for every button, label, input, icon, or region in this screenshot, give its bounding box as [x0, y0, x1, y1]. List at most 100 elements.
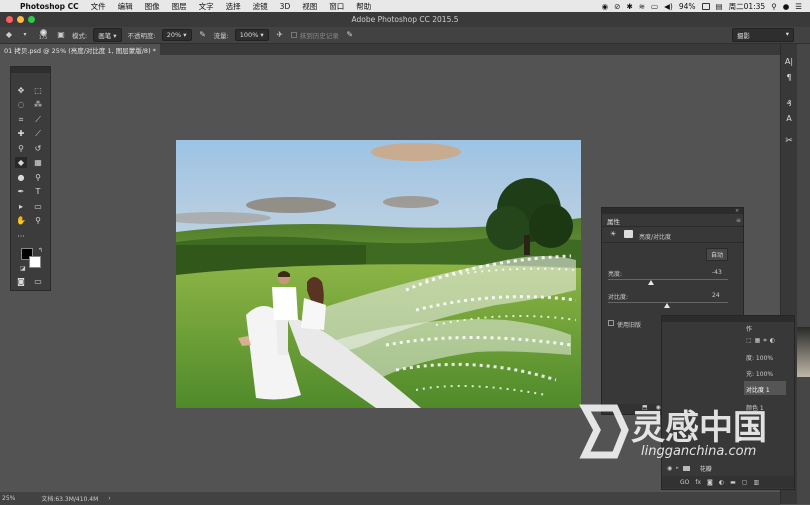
character-styles-icon[interactable]: A — [783, 114, 795, 123]
search-icon[interactable]: ⚲ — [771, 2, 777, 11]
close-window-button[interactable] — [6, 16, 13, 23]
move-icon[interactable]: ✥ — [15, 85, 27, 96]
mode-dropdown[interactable]: 画笔 ▾ — [93, 28, 122, 42]
toolbox-header[interactable] — [11, 67, 50, 73]
default-colors-icon[interactable]: ◪ — [20, 265, 26, 272]
quick-mask-icon[interactable]: ◙ — [15, 276, 27, 287]
eraser-tool-icon[interactable]: ◆ — [15, 157, 27, 168]
brightness-value[interactable]: -43 — [712, 269, 722, 276]
marquee-icon[interactable]: ⬚ — [32, 85, 44, 96]
crop-icon[interactable]: ⌗ — [15, 114, 27, 125]
menu-filter[interactable]: 滤镜 — [247, 1, 274, 12]
erase-to-history-option[interactable]: 抹到历史记录 — [290, 30, 339, 40]
dodge-icon[interactable]: ● — [15, 172, 27, 183]
history-brush-icon[interactable]: ↺ — [32, 143, 44, 154]
doc-info[interactable]: 文档:63.3M/410.4M — [41, 494, 98, 503]
flow-dropdown[interactable]: 100% ▾ — [234, 29, 269, 41]
magic-wand-icon[interactable]: ⁂ — [32, 99, 44, 110]
menu-image[interactable]: 图像 — [139, 1, 166, 12]
menu-app-name[interactable]: Photoshop CC — [14, 2, 85, 11]
menu-file[interactable]: 文件 — [85, 1, 112, 12]
layer-row-selected[interactable]: 对比度 1 — [744, 381, 786, 395]
fill-fragment[interactable]: 充: 100% — [746, 369, 773, 378]
erase-history-checkbox[interactable] — [290, 32, 297, 38]
swap-colors-icon[interactable]: ↰ — [38, 247, 43, 254]
brush-panel-icon[interactable]: ▣ — [56, 30, 66, 40]
panel-close-icon[interactable]: × — [735, 208, 739, 214]
stamp-icon[interactable]: ⚲ — [15, 143, 27, 154]
menu-3d[interactable]: 3D — [274, 2, 297, 11]
contrast-slider-thumb[interactable] — [664, 303, 671, 308]
wifi-icon[interactable]: ≋ — [639, 2, 645, 11]
menu-type[interactable]: 文字 — [193, 1, 220, 12]
brush-icon[interactable]: ⟋ — [32, 128, 44, 139]
lasso-icon[interactable]: ◌ — [15, 99, 27, 110]
eraser-icon[interactable]: ◆ — [4, 30, 14, 40]
blur-icon[interactable]: ⚲ — [32, 172, 44, 183]
minimize-window-button[interactable] — [17, 16, 24, 23]
menu-layer[interactable]: 图层 — [166, 1, 193, 12]
healing-icon[interactable]: ✚ — [15, 128, 27, 139]
status-menu-icon[interactable]: › — [108, 495, 110, 502]
flag-icon[interactable]: ▤ — [716, 2, 723, 11]
more-tools-icon[interactable]: ··· — [15, 231, 27, 242]
tools-preset-icon[interactable]: ✂ — [783, 136, 795, 146]
brightness-slider[interactable] — [608, 279, 728, 280]
layers-panel-header[interactable] — [662, 316, 794, 322]
battery-icon[interactable] — [701, 2, 710, 10]
lock-icons[interactable]: ⬚▦⌗◐ — [746, 337, 778, 345]
menu-view[interactable]: 视图 — [296, 1, 323, 12]
siri-icon[interactable]: ● — [783, 2, 790, 11]
workspace-dropdown[interactable]: 摄影 ▾ — [732, 28, 794, 42]
paragraph-panel-icon[interactable]: ¶ — [783, 73, 795, 82]
layer-mask-icon[interactable] — [624, 230, 633, 238]
pressure-opacity-icon[interactable]: ✎ — [198, 30, 208, 40]
contrast-value[interactable]: 24 — [712, 292, 720, 299]
menu-edit[interactable]: 编辑 — [112, 1, 139, 12]
menu-select[interactable]: 选择 — [220, 1, 247, 12]
menu-help[interactable]: 帮助 — [350, 1, 377, 12]
new-group-icon[interactable]: ▬ — [730, 479, 736, 486]
legacy-checkbox[interactable] — [608, 320, 614, 326]
volume-icon[interactable]: ◀) — [664, 2, 673, 11]
link-layers-icon[interactable]: GO — [680, 479, 689, 486]
visibility-eye-icon[interactable]: ◉ — [667, 465, 672, 472]
zoom-window-button[interactable] — [28, 16, 35, 23]
opacity-dropdown[interactable]: 20% ▾ — [161, 29, 192, 41]
document-canvas[interactable] — [176, 140, 581, 408]
hide-icon[interactable]: ⊘ — [614, 2, 620, 11]
airplay-icon[interactable]: ▭ — [651, 2, 658, 11]
opacity-fragment[interactable]: 度: 100% — [746, 353, 773, 362]
zoom-icon[interactable]: ⚲ — [32, 215, 44, 226]
bluetooth-icon[interactable]: ✱ — [626, 2, 632, 11]
airbrush-icon[interactable]: ✈ — [275, 30, 285, 40]
adjustment-layer-icon[interactable]: ◐ — [719, 479, 724, 486]
notification-icon[interactable]: ☰ — [795, 2, 802, 11]
character-panel-icon[interactable]: A| — [783, 57, 795, 66]
auto-button[interactable]: 自动 — [706, 248, 729, 261]
new-layer-icon[interactable]: ▢ — [742, 479, 748, 486]
gradient-icon[interactable]: ▦ — [32, 157, 44, 168]
tool-preset-chevron-icon[interactable]: ▾ — [20, 30, 30, 40]
glyphs-panel-icon[interactable]: ₰ — [783, 99, 795, 108]
brightness-contrast-icon[interactable]: ☀ — [610, 230, 616, 238]
fx-icon[interactable]: fx — [695, 479, 701, 486]
trash-icon[interactable]: ▥ — [753, 479, 759, 486]
type-icon[interactable]: T — [32, 186, 44, 197]
brush-size-picker[interactable]: 175 — [36, 29, 50, 41]
properties-title[interactable]: 属性 — [607, 216, 620, 226]
layers-tab-fragment[interactable]: 作 — [746, 324, 752, 333]
hand-icon[interactable]: ✋ — [15, 215, 27, 226]
group-expand-icon[interactable]: ▸ — [676, 465, 679, 471]
shape-icon[interactable]: ▭ — [32, 201, 44, 212]
battery-percent[interactable]: 94% — [679, 2, 696, 11]
screen-mode-icon[interactable]: ▭ — [32, 276, 44, 287]
panel-menu-icon[interactable]: ≡ — [736, 217, 741, 224]
menu-window[interactable]: 窗口 — [323, 1, 350, 12]
document-tab[interactable]: 01 拷贝.psd @ 25% (亮度/对比度 1, 图层蒙版/8) * — [0, 44, 160, 55]
properties-panel-header[interactable] — [602, 208, 743, 214]
eyedropper-icon[interactable]: ⟋ — [32, 114, 44, 125]
layer-row-group[interactable]: ◉ ▸ 花瓣 — [662, 462, 794, 474]
clock[interactable]: 周二01:35 — [729, 1, 766, 12]
pen-icon[interactable]: ✒ — [15, 186, 27, 197]
